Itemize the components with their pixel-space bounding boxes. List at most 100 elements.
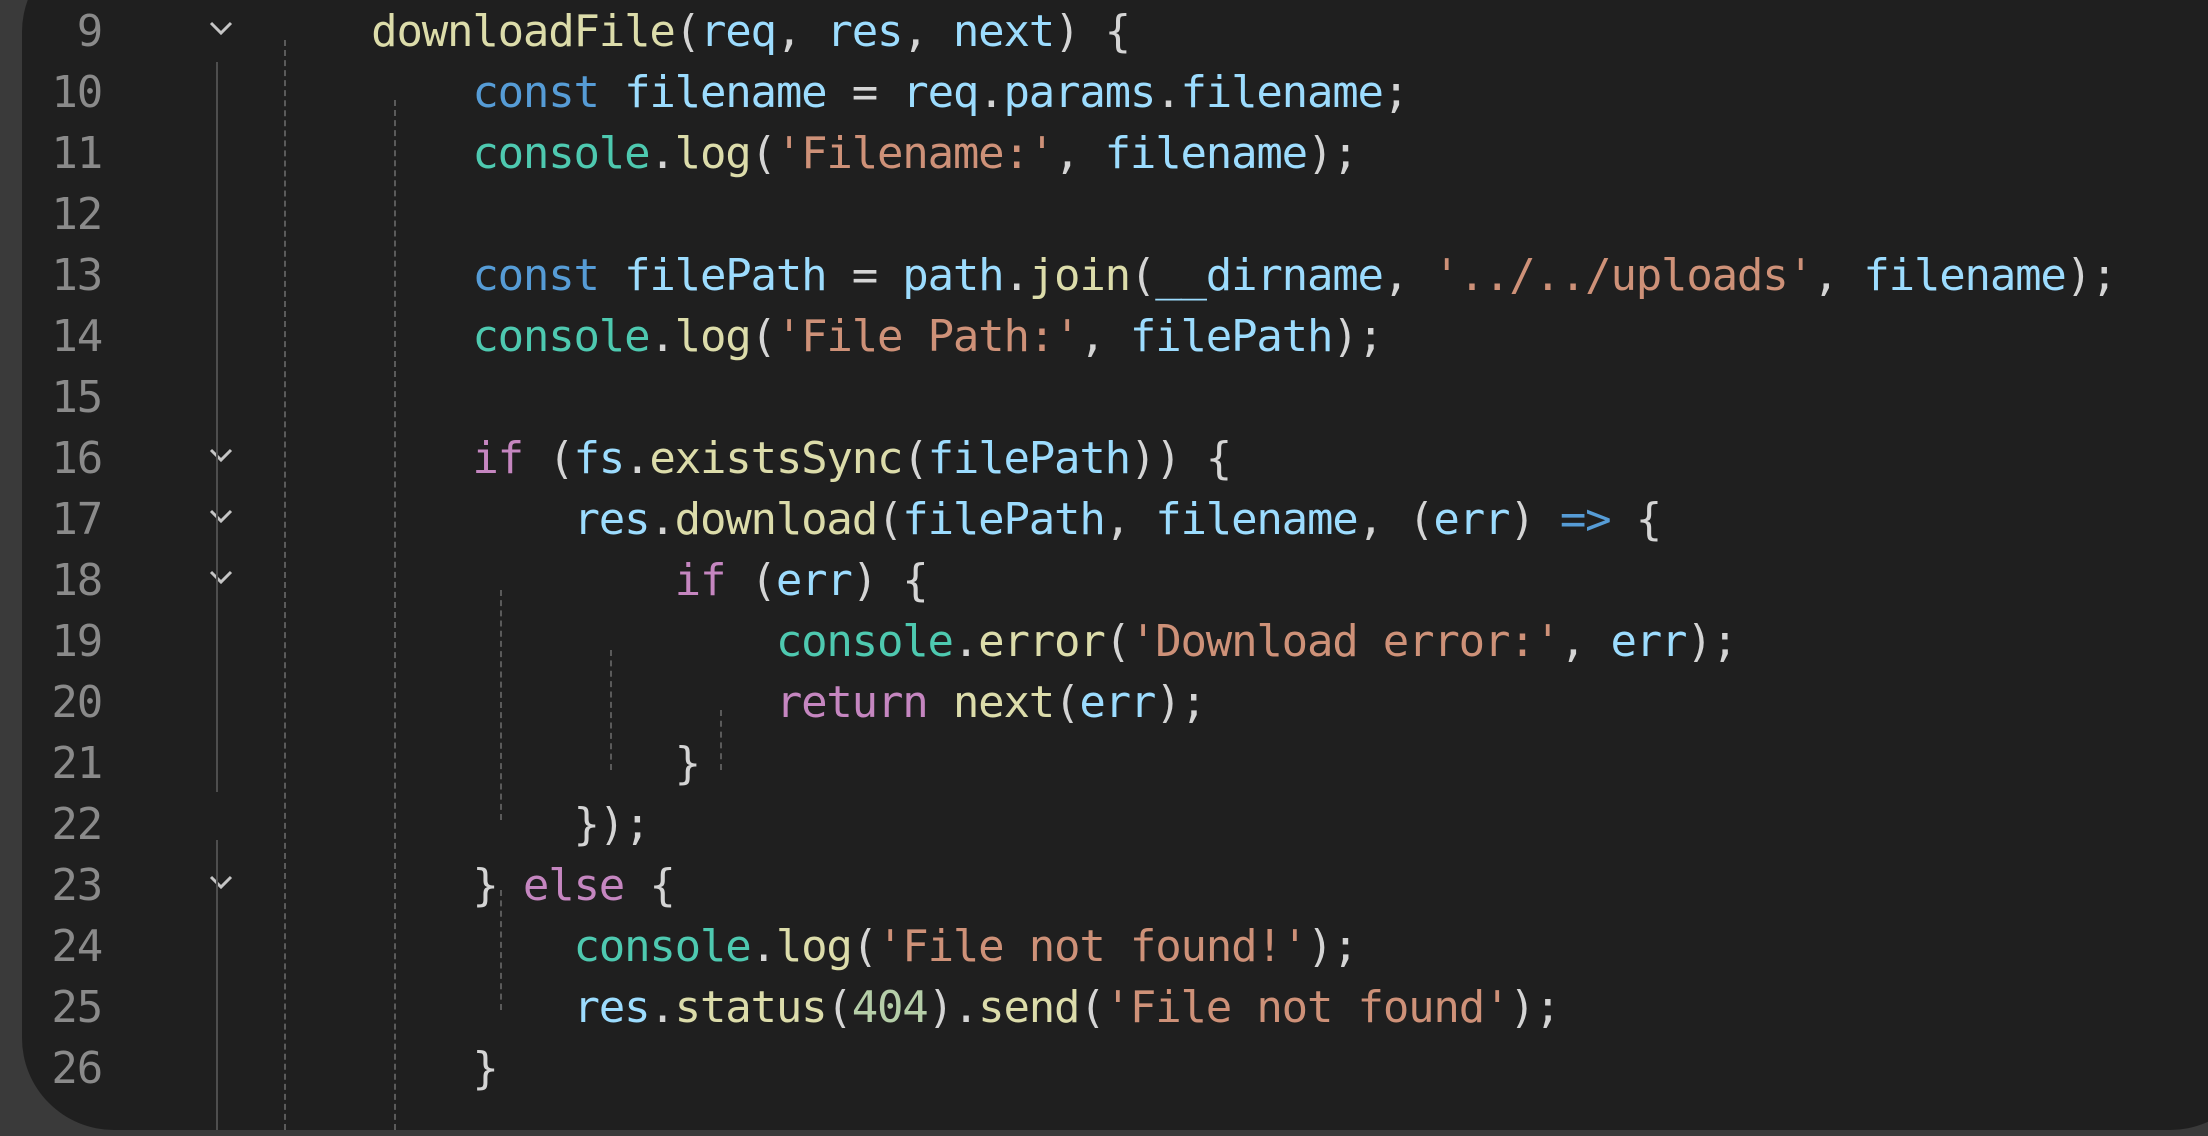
code-token: , [1054,128,1105,179]
code-token: 'File Path:' [775,311,1081,362]
code-token: } [270,860,523,911]
code-text: downloadFile(req, res, next) { [270,1,1131,62]
code-token: ( [826,982,853,1033]
indent-guide [500,590,502,820]
code-token: . [649,128,676,179]
code-token: params [1003,67,1156,118]
fold-chevron-icon[interactable] [202,428,242,489]
code-token: if [472,433,524,484]
indent-guide [500,890,502,1010]
code-line[interactable]: 19 console.error('Download error:', err)… [22,611,2208,672]
code-token: error [978,616,1106,667]
code-text: } [270,733,701,794]
code-token: . [750,921,778,972]
fold-chevron-icon[interactable] [202,1,242,62]
code-token: err [1433,494,1510,545]
code-token: log [775,921,853,972]
line-number: 24 [51,921,103,972]
line-number: 16 [51,433,103,484]
code-line[interactable]: 20 return next(err); [22,672,2208,733]
line-number: 11 [51,128,103,179]
code-token: ( [1054,677,1081,728]
code-token: } [270,1043,499,1094]
line-number: 9 [76,6,103,57]
code-token: ); [1306,921,1359,972]
code-token: res [573,982,650,1033]
code-line[interactable]: 26 } [22,1038,2208,1099]
code-token: ( [876,494,904,545]
code-token: ( [1129,250,1157,301]
code-token: 404 [851,982,929,1033]
code-token: next [952,6,1055,57]
line-number: 19 [51,616,103,667]
code-token: . [978,67,1005,118]
code-token: , [775,6,827,57]
code-token: filename [1863,250,2067,301]
code-line[interactable]: 15 [22,367,2208,428]
code-token: 'File not found' [1104,982,1511,1033]
code-line[interactable]: 16 if (fs.existsSync(filePath)) { [22,428,2208,489]
code-token: filename [1180,67,1385,118]
code-token: console [472,128,650,179]
code-token: ( [1079,982,1106,1033]
code-token: ) [1509,494,1560,545]
code-token: log [674,311,752,362]
code-line[interactable]: 21 } [22,733,2208,794]
code-token: req [699,6,777,57]
fold-chevron-icon[interactable] [202,489,242,550]
indent-guide [284,40,286,1130]
code-token: . [649,494,676,545]
code-token: . [649,982,676,1033]
code-token: 'Filename:' [775,128,1055,179]
code-token: ); [1509,982,1561,1033]
code-token: 'File not found!' [877,921,1308,972]
code-text: }); [270,794,650,855]
code-line[interactable]: 17 res.download(filePath, filename, (err… [22,489,2208,550]
line-number: 26 [51,1043,103,1094]
code-text: } [270,1038,499,1099]
code-line[interactable]: 23 } else { [22,855,2208,916]
code-line[interactable]: 25 res.status(404).send('File not found'… [22,977,2208,1038]
code-line[interactable]: 13 const filePath = path.join(__dirname,… [22,245,2208,306]
fold-chevron-icon[interactable] [202,550,242,611]
code-line[interactable]: 9 downloadFile(req, res, next) { [22,1,2208,62]
code-token: err [775,555,853,606]
code-editor[interactable]: 8module.exports = {9 downloadFile(req, r… [22,0,2208,1130]
code-token: ); [1686,616,1738,667]
code-token: console [775,616,954,667]
code-token: { [624,860,676,911]
code-token: ( [750,311,778,362]
fold-chevron-icon[interactable] [202,855,242,916]
indent-guide [394,100,396,1130]
code-line[interactable]: 14 console.log('File Path:', filePath); [22,306,2208,367]
code-token: join [1028,250,1131,301]
code-token: filePath [1129,311,1334,362]
code-token: ); [1306,128,1359,179]
code-token: filename [1104,128,1309,179]
code-line[interactable]: 12 [22,184,2208,245]
line-number: 15 [51,372,103,423]
line-number: 18 [51,555,103,606]
code-text: console.log('Filename:', filename); [270,123,1358,184]
code-token: path [902,250,1004,301]
code-line[interactable]: 18 if (err) { [22,550,2208,611]
code-token: ). [927,982,980,1033]
line-number: 20 [51,677,103,728]
code-token: ); [2065,250,2118,301]
code-line[interactable]: 10 const filename = req.params.filename; [22,62,2208,123]
code-token: ( [750,128,778,179]
code-token: return [775,677,929,728]
line-number: 12 [51,189,103,240]
code-line[interactable]: 11 console.log('Filename:', filename); [22,123,2208,184]
line-number: 21 [51,738,103,789]
code-token: if [674,555,727,606]
code-line[interactable]: 22 }); [22,794,2208,855]
code-text: console.log('File Path:', filePath); [270,306,1384,367]
code-token: = [826,67,903,118]
code-line[interactable]: 24 console.log('File not found!'); [22,916,2208,977]
